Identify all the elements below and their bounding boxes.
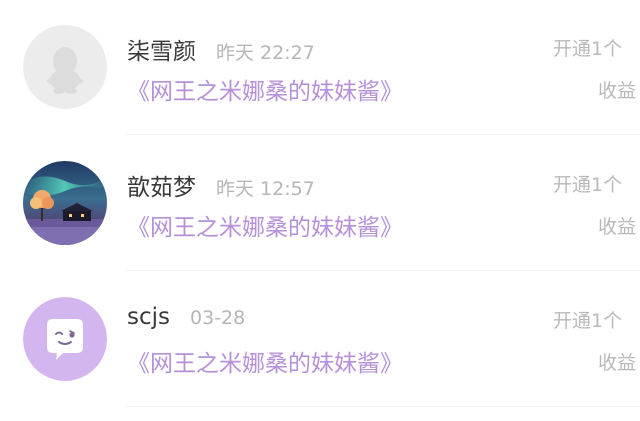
night-tree-image-icon <box>23 161 107 245</box>
activity-list: 柒雪颜 昨天 22:27 《网王之米娜桑的妹妹酱》 开通1个 收益 歆茹梦 昨天… <box>0 0 640 421</box>
user-name[interactable]: 柒雪颜 <box>127 32 196 66</box>
divider <box>127 270 640 271</box>
list-item[interactable]: 柒雪颜 昨天 22:27 《网王之米娜桑的妹妹酱》 开通1个 收益 <box>0 0 640 135</box>
chat-bubble-icon <box>23 297 107 381</box>
timestamp: 昨天 22:27 <box>216 42 315 64</box>
divider <box>127 406 640 407</box>
penguin-icon <box>23 25 107 109</box>
name-line: scjs 03-28 <box>127 304 245 338</box>
user-avatar[interactable] <box>23 161 107 245</box>
list-item[interactable]: 歆茹梦 昨天 12:57 《网王之米娜桑的妹妹酱》 开通1个 收益 <box>0 136 640 271</box>
action-text: 开通1个 <box>553 174 623 196</box>
book-title-link[interactable]: 《网王之米娜桑的妹妹酱》 <box>127 344 403 378</box>
book-title-link[interactable]: 《网王之米娜桑的妹妹酱》 <box>127 208 403 242</box>
book-title-link[interactable]: 《网王之米娜桑的妹妹酱》 <box>127 72 403 106</box>
earnings-label: 收益 <box>598 80 637 102</box>
user-name[interactable]: 歆茹梦 <box>127 168 196 202</box>
timestamp: 03-28 <box>190 307 246 329</box>
list-item[interactable]: scjs 03-28 《网王之米娜桑的妹妹酱》 开通1个 收益 <box>0 272 640 407</box>
divider <box>127 134 640 135</box>
action-text: 开通1个 <box>553 310 623 332</box>
user-avatar[interactable] <box>23 297 107 381</box>
action-text: 开通1个 <box>553 38 623 60</box>
earnings-label: 收益 <box>598 216 637 238</box>
earnings-label: 收益 <box>598 352 637 374</box>
name-line: 柒雪颜 昨天 22:27 <box>127 32 315 66</box>
default-avatar-icon[interactable] <box>23 25 107 109</box>
user-name[interactable]: scjs <box>127 304 170 330</box>
name-line: 歆茹梦 昨天 12:57 <box>127 168 315 202</box>
timestamp: 昨天 12:57 <box>216 178 315 200</box>
